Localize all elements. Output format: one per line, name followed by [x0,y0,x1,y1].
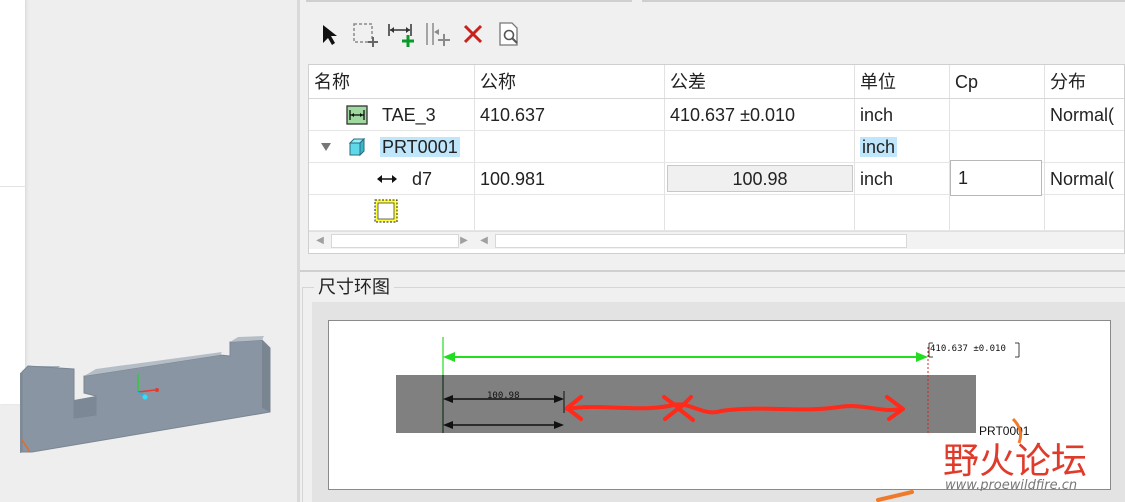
watermark-text: 野火论坛 [943,441,1087,482]
add-component-button[interactable] [350,19,380,49]
row-distribution [1045,131,1124,162]
preview-button[interactable] [494,19,524,49]
diagram-area: 410.637 ±0.010 100.98 PRT0001 野火论坛 www.p… [312,302,1125,502]
table-row[interactable]: d7 100.981 100.98 inch 1 Normal( [309,160,1124,196]
scrollbar-thumb[interactable] [331,234,459,248]
col-tolerance[interactable]: 公差 [665,65,855,98]
section-title: 尺寸环图 [314,276,394,298]
row-name: PRT0001 [380,137,460,157]
red-x-delete-icon [463,24,483,44]
add-dimension-icon [388,24,414,47]
tolerance-analysis-panel: 名称 公称 公差 单位 Cp 分布 TAE_3 410.637 410.637 … [300,0,1125,502]
row-unit: inch [860,137,898,157]
watermark-url: www.proewildfire.cn [945,478,1077,491]
select-button[interactable] [314,19,344,49]
row-unit: inch [855,163,950,194]
section-divider [300,270,1125,272]
scroll-left-icon[interactable]: ◀ [311,232,329,250]
orange-brush-mark [876,490,914,502]
row-nominal [475,131,665,162]
tolerance-field[interactable]: 100.98 [667,165,853,192]
scroll-left-icon[interactable]: ◀ [475,232,493,250]
row-cp [950,99,1045,130]
top-divider [300,0,1125,2]
horizontal-scrollbar[interactable]: ◀ ▶ ◀ [309,231,1124,250]
cp-input[interactable]: 1 [950,160,1042,196]
part-cube-icon [348,137,366,157]
part-3d-model[interactable] [0,0,297,502]
part-label: PRT0001 [979,424,1030,438]
row-nominal: 100.981 [475,163,665,194]
col-nominal[interactable]: 公称 [475,65,665,98]
insert-column-icon [426,23,450,46]
col-cp[interactable]: Cp [950,65,1045,98]
linear-dimension-icon [377,175,397,183]
row-nominal: 410.637 [475,99,665,130]
model-viewport[interactable] [0,0,297,502]
col-distribution[interactable]: 分布 [1045,65,1124,98]
row-tolerance [665,131,855,162]
dimension-loop-section: 尺寸环图 410.637 ±0.010 100.98 PRT0001 野火论坛 … [300,270,1125,502]
col-name[interactable]: 名称 [309,65,475,98]
row-name: TAE_3 [382,105,436,125]
scroll-right-icon[interactable]: ▶ [455,232,473,250]
part-dimension-label: 100.98 [487,391,520,401]
dimension-loop-canvas[interactable]: 410.637 ±0.010 100.98 PRT0001 野火论坛 www.p… [328,320,1111,491]
table-row[interactable]: TAE_3 410.637 410.637 ±0.010 inch Normal… [309,99,1124,131]
row-distribution: Normal( [1050,169,1115,189]
delete-button[interactable] [458,19,488,49]
add-dimension-button[interactable] [386,19,416,49]
placeholder-dashed-icon[interactable] [374,199,398,223]
table-row[interactable] [309,195,1124,231]
total-dimension[interactable] [443,352,928,362]
add-component-icon [353,23,378,47]
document-search-icon [499,22,518,46]
table-header: 名称 公称 公差 单位 Cp 分布 [309,65,1124,99]
insert-column-button[interactable] [422,19,452,49]
col-unit[interactable]: 单位 [855,65,950,98]
chevron-down-icon[interactable] [320,142,332,152]
row-cp [950,131,1045,162]
scrollbar-thumb[interactable] [495,234,907,248]
row-name: d7 [412,169,433,189]
tolerance-analysis-icon [346,105,368,125]
toolbar [314,18,524,50]
table-row[interactable]: PRT0001 inch [309,131,1124,163]
row-distribution: Normal( [1050,105,1115,125]
dimension-loop-diagram: 410.637 ±0.010 100.98 PRT0001 野火论坛 www.p… [396,337,1087,491]
row-tolerance: 410.637 ±0.010 [665,99,855,130]
arrow-pointer-icon [323,25,337,45]
total-dimension-label: 410.637 ±0.010 [930,344,1006,354]
dimension-table: 名称 公称 公差 单位 Cp 分布 TAE_3 410.637 410.637 … [308,64,1125,254]
row-unit: inch [855,99,950,130]
